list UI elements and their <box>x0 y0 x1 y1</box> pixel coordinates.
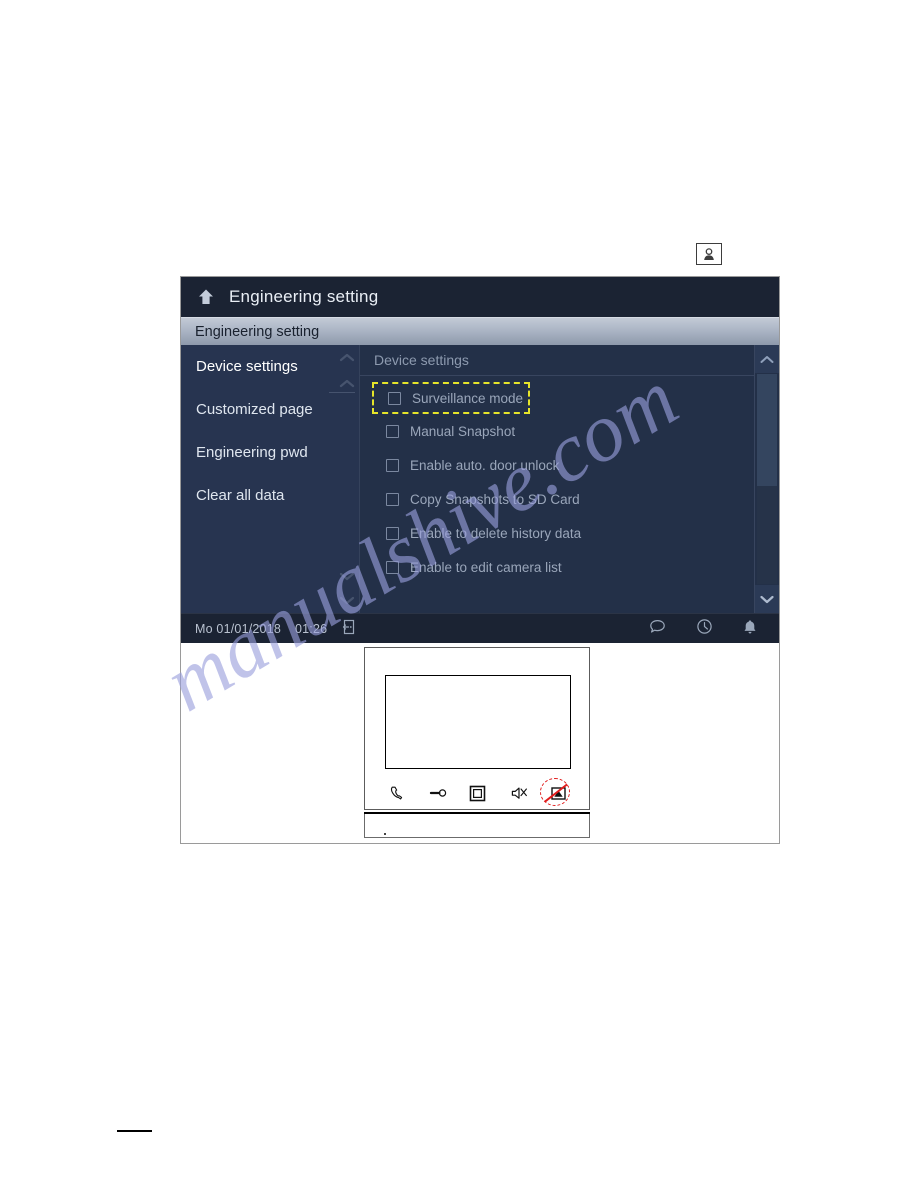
chevron-up-icon[interactable] <box>338 351 356 364</box>
monitor-square-icon <box>465 782 491 804</box>
message-bubble-icon[interactable] <box>649 619 666 639</box>
sidebar-item-label: Engineering pwd <box>196 444 308 461</box>
checkbox[interactable] <box>386 424 399 438</box>
scrollbar-thumb[interactable] <box>757 374 777 486</box>
monitor-icon-row <box>377 778 579 807</box>
option-label: Surveillance mode <box>412 390 524 406</box>
option-enable-to-delete-history-data[interactable]: Enable to delete history data <box>360 516 779 550</box>
status-bar: Mo 01/01/2018 01:26 <box>181 613 779 643</box>
sidebar-scrollbar[interactable] <box>335 345 359 613</box>
sidebar-item-clear-all-data[interactable]: Clear all data <box>181 474 359 517</box>
chevron-up-icon[interactable] <box>338 377 356 390</box>
checkbox[interactable] <box>386 492 399 506</box>
screen-body: Device settings Customized page Engineer… <box>181 345 779 613</box>
checkbox[interactable] <box>386 560 399 574</box>
option-enable-auto-door-unlock[interactable]: Enable auto. door unlock <box>360 448 779 482</box>
option-manual-snapshot[interactable]: Manual Snapshot <box>360 414 779 448</box>
breadcrumb[interactable]: Engineering setting <box>181 317 779 345</box>
mute-speaker-icon <box>505 782 531 804</box>
chevron-down-icon[interactable] <box>338 594 356 607</box>
option-surveillance-mode[interactable]: Surveillance mode <box>372 382 530 414</box>
breadcrumb-label: Engineering setting <box>195 323 320 340</box>
option-label: Enable auto. door unlock <box>410 457 560 473</box>
monitor-display <box>385 675 571 769</box>
up-arrow-icon[interactable] <box>193 284 219 310</box>
monitor-base <box>364 814 590 838</box>
sidebar-item-label: Clear all data <box>196 487 285 504</box>
status-date: Mo 01/01/2018 <box>195 622 281 636</box>
status-bar-right <box>649 618 765 640</box>
screenshot-frame: Engineering setting Engineering setting … <box>180 276 780 844</box>
key-icon <box>425 782 451 804</box>
base-dot <box>384 833 386 835</box>
sidebar-item-engineering-pwd[interactable]: Engineering pwd <box>181 431 359 474</box>
door-unlock-icon[interactable] <box>341 619 355 640</box>
checkbox[interactable] <box>388 391 401 405</box>
status-time: 01:26 <box>295 622 328 636</box>
content-header: Device settings <box>360 345 779 376</box>
page-footer-rule <box>117 1130 152 1132</box>
content-scrollbar[interactable] <box>754 345 779 613</box>
checkbox[interactable] <box>386 526 399 540</box>
option-copy-snapshots-to-sd-card[interactable]: Copy Snapshots to SD Card <box>360 482 779 516</box>
content-header-label: Device settings <box>374 352 469 368</box>
page-title: Engineering setting <box>229 287 379 306</box>
phone-handset-icon <box>384 782 410 804</box>
surveillance-icon <box>539 778 572 806</box>
monitor-body <box>364 647 590 810</box>
option-label: Enable to delete history data <box>410 525 582 541</box>
sidebar-item-device-settings[interactable]: Device settings <box>181 345 359 388</box>
clock-icon[interactable] <box>696 618 713 640</box>
checkbox[interactable] <box>386 458 399 472</box>
sidebar-item-label: Device settings <box>196 358 298 375</box>
option-label: Copy Snapshots to SD Card <box>410 491 580 507</box>
device-diagram <box>181 643 779 843</box>
sidebar-item-customized-page[interactable]: Customized page <box>181 388 359 431</box>
sidebar-item-label: Customized page <box>196 401 313 418</box>
option-label: Manual Snapshot <box>410 423 516 439</box>
chevron-down-icon[interactable] <box>755 585 779 613</box>
option-enable-to-edit-camera-list[interactable]: Enable to edit camera list <box>360 550 779 584</box>
sidebar: Device settings Customized page Engineer… <box>181 345 360 613</box>
bell-icon[interactable] <box>743 619 757 640</box>
chevron-down-icon[interactable] <box>338 570 356 583</box>
content-panel: Device settings Surveillance mode Manual… <box>360 345 779 613</box>
contact-person-icon <box>696 243 722 265</box>
chevron-up-icon[interactable] <box>755 345 779 373</box>
option-label: Enable to edit camera list <box>410 559 562 575</box>
options-list: Surveillance mode Manual Snapshot Enable… <box>360 376 779 584</box>
ui-screen: Engineering setting Engineering setting … <box>181 277 779 643</box>
title-bar: Engineering setting <box>181 277 779 317</box>
status-bar-left: Mo 01/01/2018 01:26 <box>195 619 355 640</box>
